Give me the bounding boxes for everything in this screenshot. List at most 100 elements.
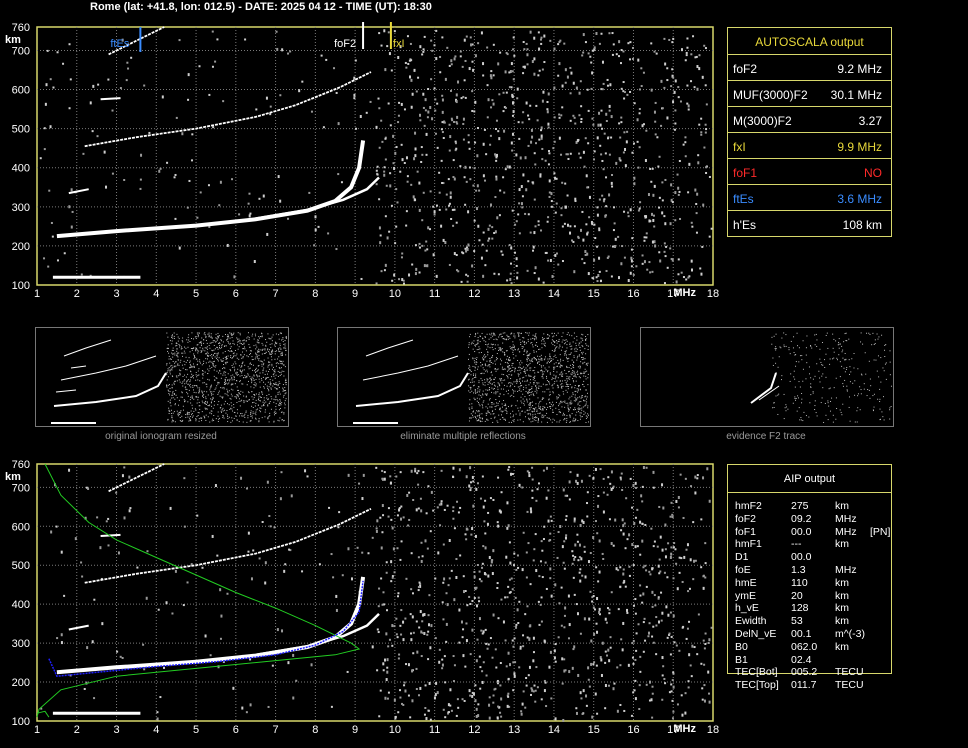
aip-unit: m^(-3): [835, 628, 866, 640]
aip-extra: [PN]: [870, 525, 891, 538]
aip-value: 011.7: [791, 679, 817, 692]
x-tick-label: 4: [153, 288, 159, 300]
autoscala-row: fxI 9.9 MHz: [728, 132, 891, 159]
autoscala-row-value: 3.27: [858, 114, 882, 128]
e-layer-profile: [36, 710, 50, 718]
autoscala-row-label: M(3000)F2: [733, 114, 792, 128]
f2-o-trace: [56, 140, 366, 239]
x-tick-label: 13: [508, 288, 520, 300]
thumbnail-content: [750, 332, 892, 423]
f2-multiple-trace: [84, 71, 372, 148]
y-tick-label: 200: [12, 677, 30, 689]
aip-unit: MHz: [835, 512, 857, 525]
aip-name: D1: [735, 551, 749, 564]
x-tick-label: 6: [233, 288, 239, 300]
x-tick-label: 6: [233, 724, 239, 736]
autoscala-row: M(3000)F2 3.27: [728, 106, 891, 133]
x-tick-label: 8: [312, 724, 318, 736]
aip-name: TEC[Top]: [735, 679, 779, 692]
x-tick-label: 7: [273, 724, 279, 736]
y-tick-label: 300: [12, 202, 30, 214]
aip-value: 275: [791, 500, 809, 512]
y-tick-label: 600: [12, 85, 30, 97]
aip-name: ymE: [735, 589, 756, 602]
aip-name: Ewidth: [735, 615, 767, 628]
f2-x-trace: [255, 176, 380, 220]
x-tick-label: 14: [548, 724, 560, 736]
y-tick-label: 200: [12, 241, 30, 253]
autoscala-row-label: foF1: [733, 166, 758, 180]
f2-x-trace: [255, 613, 380, 657]
autoscala-panel: AUTOSCALA output foF2 9.2 MHz MUF(3000)F2 3…: [727, 27, 892, 237]
aip-unit: km: [835, 500, 849, 512]
aip-name: DelN_vE: [735, 628, 777, 640]
f2-multiple-trace: [84, 507, 372, 584]
x-tick-label: 9: [352, 724, 358, 736]
y-tick-label: 400: [12, 599, 30, 611]
aip-unit: km: [835, 538, 849, 551]
autoscala-row-value: 108 km: [842, 218, 882, 232]
x-tick-label: 2: [74, 724, 80, 736]
x-tick-label: 1: [34, 288, 40, 300]
y-tick-label: 760: [12, 459, 30, 471]
autoscala-row: MUF(3000)F2 30.1 MHz: [728, 80, 891, 107]
autoscala-row: foF1 NO: [728, 158, 891, 185]
x-tick-label: 1: [34, 724, 40, 736]
aip-name: foE: [735, 564, 751, 576]
noise-speckle: [40, 466, 713, 722]
aip-value: 20: [791, 589, 803, 602]
y-tick-label: 100: [12, 716, 30, 728]
x-tick-label: 18: [707, 288, 719, 300]
aip-unit: TECU: [835, 666, 864, 679]
aip-unit: km: [835, 615, 849, 628]
aip-name: B1: [735, 653, 748, 666]
x-tick-label: 16: [627, 288, 639, 300]
x-tick-label: 10: [389, 724, 401, 736]
aip-unit: km: [835, 576, 849, 589]
x-unit-label: MHz: [673, 287, 696, 299]
fxI-marker-label: fxI: [393, 38, 405, 50]
ftEs-marker-label: ftEs: [110, 38, 129, 50]
aip-name: hmE: [735, 576, 757, 589]
y-tick-label: 500: [12, 560, 30, 572]
echo-traces: [52, 26, 380, 279]
aip-unit: MHz: [835, 564, 857, 576]
aip-value: 062.0: [791, 640, 818, 653]
y-tick-label: 500: [12, 124, 30, 136]
x-tick-label: 15: [588, 288, 600, 300]
x-tick-label: 5: [193, 288, 199, 300]
autoscala-row-value: 3.6 MHz: [837, 192, 882, 206]
x-unit-label: MHz: [673, 723, 696, 735]
x-tick-label: 8: [312, 288, 318, 300]
x-tick-label: 3: [113, 724, 119, 736]
aip-value: 00.1: [791, 628, 812, 640]
autoscala-row-value: NO: [864, 166, 882, 180]
x-tick-label: 11: [429, 724, 440, 736]
y-tick-label: 400: [12, 163, 30, 175]
autoscala-row: foF2 9.2 MHz: [728, 54, 891, 81]
thumbnail-eliminate-reflections: [337, 327, 591, 427]
aip-unit: km: [835, 602, 849, 615]
plot-frame: [36, 26, 714, 286]
electron-density-profile: [36, 463, 361, 718]
echo-traces: [52, 463, 380, 715]
x-tick-label: 3: [113, 288, 119, 300]
aip-name: h_vE: [735, 602, 759, 615]
aip-value: 1.3: [791, 564, 806, 576]
x-tick-label: 13: [508, 724, 520, 736]
aip-unit: MHz: [835, 525, 857, 538]
autoscala-row-label: h'Es: [733, 218, 756, 232]
autoscala-row-value: 9.2 MHz: [837, 62, 882, 76]
x-tick-label: 7: [273, 288, 279, 300]
x-tick-label: 12: [468, 724, 480, 736]
x-tick-label: 5: [193, 724, 199, 736]
x-tick-label: 14: [548, 288, 560, 300]
y-tick-label: 700: [12, 45, 30, 57]
aip-value: 00.0: [791, 525, 812, 538]
y-tick-label: 760: [12, 22, 30, 34]
x-tick-label: 15: [588, 724, 600, 736]
aip-name: B0: [735, 640, 748, 653]
aip-value: 110: [791, 576, 808, 589]
aip-name: foF2: [735, 512, 757, 525]
autoscala-row-label: ftEs: [733, 192, 754, 206]
